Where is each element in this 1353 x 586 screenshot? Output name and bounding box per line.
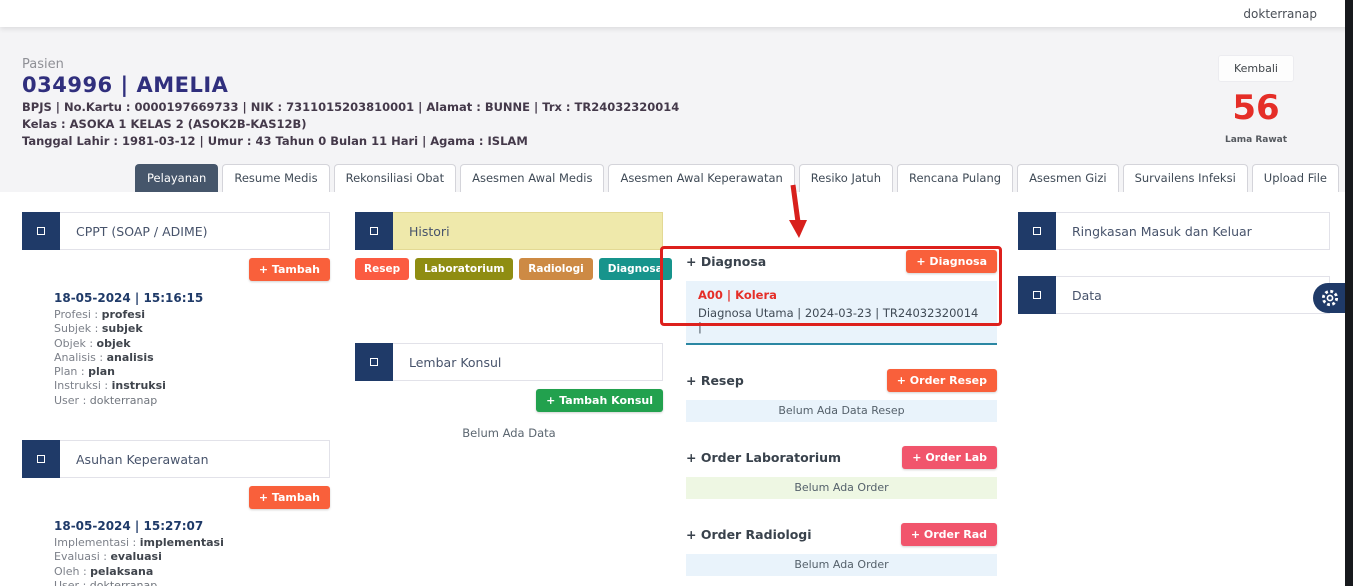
histori-chip-row: Resep Laboratorium Radiologi Diagnosa bbox=[355, 258, 663, 280]
lama-rawat-value: 56 bbox=[1191, 90, 1321, 127]
patient-identity-line: BPJS | No.Kartu : 0000197669733 | NIK : … bbox=[22, 100, 679, 114]
user-menu[interactable]: dokterranap bbox=[1243, 7, 1317, 21]
lembar-konsul-empty-text: Belum Ada Data bbox=[355, 426, 663, 440]
stay-length-panel: Kembali 56 Lama Rawat bbox=[1191, 55, 1321, 145]
cppt-field: Profesiprofesi bbox=[54, 308, 330, 322]
order-rad-section-title: + Order Radiologi bbox=[686, 527, 812, 542]
top-bar: dokterranap bbox=[0, 0, 1353, 27]
order-rad-empty-text: Belum Ada Order bbox=[686, 554, 997, 576]
chip-diagnosa[interactable]: Diagnosa bbox=[599, 258, 672, 280]
kembali-button[interactable]: Kembali bbox=[1218, 55, 1294, 82]
data-card-title: Data bbox=[1056, 276, 1330, 314]
square-icon bbox=[37, 455, 45, 463]
tab-upload-file[interactable]: Upload File bbox=[1252, 164, 1339, 192]
patient-birth-line: Tanggal Lahir : 1981-03-12 | Umur : 43 T… bbox=[22, 134, 679, 148]
cppt-card-title: CPPT (SOAP / ADIME) bbox=[60, 212, 330, 250]
column-histori: Histori Resep Laboratorium Radiologi Dia… bbox=[355, 212, 663, 440]
right-edge-strip bbox=[1345, 0, 1353, 586]
cppt-field: Userdokterranap bbox=[54, 394, 330, 408]
diagnosa-section: + Diagnosa + Diagnosa A00 | Kolera Diagn… bbox=[686, 250, 997, 345]
column-cppt: CPPT (SOAP / ADIME) + Tambah 18-05-2024 … bbox=[22, 212, 330, 586]
order-lab-empty-text: Belum Ada Order bbox=[686, 477, 997, 499]
asuhan-entry: 18-05-2024 | 15:27:07 Implementasiimplem… bbox=[54, 519, 330, 586]
tab-resume-medis[interactable]: Resume Medis bbox=[222, 164, 329, 192]
patient-class-line: Kelas : ASOKA 1 KELAS 2 (ASOK2B-KAS12B) bbox=[22, 117, 679, 131]
asuhan-entry-datetime: 18-05-2024 | 15:27:07 bbox=[54, 519, 330, 533]
column-right-cards: Ringkasan Masuk dan Keluar Data bbox=[1018, 212, 1330, 314]
ringkasan-card-title: Ringkasan Masuk dan Keluar bbox=[1056, 212, 1330, 250]
cppt-card-header[interactable]: CPPT (SOAP / ADIME) bbox=[22, 212, 330, 250]
square-icon bbox=[1033, 227, 1041, 235]
tambah-konsul-button[interactable]: + Tambah Konsul bbox=[536, 389, 663, 412]
cppt-entry-datetime: 18-05-2024 | 15:16:15 bbox=[54, 291, 330, 305]
histori-card-header[interactable]: Histori bbox=[355, 212, 663, 250]
cppt-tambah-button[interactable]: + Tambah bbox=[249, 258, 330, 281]
diagnosa-section-title: + Diagnosa bbox=[686, 254, 766, 269]
diagnosa-add-button[interactable]: + Diagnosa bbox=[906, 250, 997, 273]
asuhan-card-title: Asuhan Keperawatan bbox=[60, 440, 330, 478]
patient-info: Pasien 034996 | AMELIA BPJS | No.Kartu :… bbox=[22, 57, 679, 148]
gear-icon bbox=[1320, 288, 1340, 308]
asuhan-card-icon bbox=[22, 440, 60, 478]
diagnosa-entry[interactable]: A00 | Kolera Diagnosa Utama | 2024-03-23… bbox=[686, 281, 997, 345]
asuhan-card-header[interactable]: Asuhan Keperawatan bbox=[22, 440, 330, 478]
asuhan-field: Implementasiimplementasi bbox=[54, 536, 330, 550]
order-rad-button[interactable]: + Order Rad bbox=[901, 523, 997, 546]
chip-laboratorium[interactable]: Laboratorium bbox=[415, 258, 513, 280]
lembar-konsul-card-title: Lembar Konsul bbox=[393, 343, 663, 381]
tab-asesmen-awal-keperawatan[interactable]: Asesmen Awal Keperawatan bbox=[608, 164, 794, 192]
asuhan-field: Userdokterranap bbox=[54, 579, 330, 586]
ringkasan-card-header[interactable]: Ringkasan Masuk dan Keluar bbox=[1018, 212, 1330, 250]
histori-card-title: Histori bbox=[393, 212, 663, 250]
order-lab-section: + Order Laboratorium + Order Lab Belum A… bbox=[686, 446, 997, 499]
data-card-header[interactable]: Data bbox=[1018, 276, 1330, 314]
cppt-field: Subjeksubjek bbox=[54, 322, 330, 336]
tab-pelayanan[interactable]: Pelayanan bbox=[135, 164, 218, 192]
tab-rekonsiliasi-obat[interactable]: Rekonsiliasi Obat bbox=[334, 164, 457, 192]
lembar-konsul-card-header[interactable]: Lembar Konsul bbox=[355, 343, 663, 381]
tab-resiko-jatuh[interactable]: Resiko Jatuh bbox=[799, 164, 893, 192]
lama-rawat-label: Lama Rawat bbox=[1191, 135, 1321, 145]
tab-rencana-pulang[interactable]: Rencana Pulang bbox=[897, 164, 1013, 192]
tab-asesmen-awal-medis[interactable]: Asesmen Awal Medis bbox=[460, 164, 604, 192]
resep-empty-text: Belum Ada Data Resep bbox=[686, 400, 997, 422]
cppt-field: Analisisanalisis bbox=[54, 351, 330, 365]
diagnosa-detail: Diagnosa Utama | 2024-03-23 | TR24032320… bbox=[698, 306, 985, 334]
asuhan-field: Olehpelaksana bbox=[54, 565, 330, 579]
lembar-konsul-card-icon bbox=[355, 343, 393, 381]
asuhan-field: Evaluasievaluasi bbox=[54, 550, 330, 564]
diagnosa-code: A00 | Kolera bbox=[698, 288, 985, 302]
order-resep-button[interactable]: + Order Resep bbox=[887, 369, 997, 392]
square-icon bbox=[1033, 291, 1041, 299]
tab-bar: Pelayanan Resume Medis Rekonsiliasi Obat… bbox=[0, 164, 1339, 192]
square-icon bbox=[370, 358, 378, 366]
order-lab-section-title: + Order Laboratorium bbox=[686, 450, 841, 465]
order-rad-section: + Order Radiologi + Order Rad Belum Ada … bbox=[686, 523, 997, 576]
chip-resep[interactable]: Resep bbox=[355, 258, 409, 280]
chip-radiologi[interactable]: Radiologi bbox=[519, 258, 592, 280]
cppt-field: Objekobjek bbox=[54, 337, 330, 351]
ringkasan-card-icon bbox=[1018, 212, 1056, 250]
tab-survailens-infeksi[interactable]: Survailens Infeksi bbox=[1123, 164, 1248, 192]
main-content: CPPT (SOAP / ADIME) + Tambah 18-05-2024 … bbox=[0, 192, 1353, 586]
resep-section: + Resep + Order Resep Belum Ada Data Res… bbox=[686, 369, 997, 422]
resep-section-title: + Resep bbox=[686, 373, 744, 388]
patient-header: Pasien 034996 | AMELIA BPJS | No.Kartu :… bbox=[0, 27, 1353, 192]
tab-asesmen-gizi[interactable]: Asesmen Gizi bbox=[1017, 164, 1119, 192]
cppt-field: Planplan bbox=[54, 365, 330, 379]
patient-name: 034996 | AMELIA bbox=[22, 73, 679, 97]
data-card-icon bbox=[1018, 276, 1056, 314]
patient-section-label: Pasien bbox=[22, 57, 679, 72]
square-icon bbox=[370, 227, 378, 235]
cppt-field: Instruksiinstruksi bbox=[54, 379, 330, 393]
asuhan-tambah-button[interactable]: + Tambah bbox=[249, 486, 330, 509]
order-lab-button[interactable]: + Order Lab bbox=[902, 446, 997, 469]
square-icon bbox=[37, 227, 45, 235]
column-orders: + Diagnosa + Diagnosa A00 | Kolera Diagn… bbox=[686, 250, 997, 586]
cppt-entry: 18-05-2024 | 15:16:15 Profesiprofesi Sub… bbox=[54, 291, 330, 408]
histori-card-icon bbox=[355, 212, 393, 250]
cppt-card-icon bbox=[22, 212, 60, 250]
settings-fab[interactable] bbox=[1313, 283, 1347, 313]
